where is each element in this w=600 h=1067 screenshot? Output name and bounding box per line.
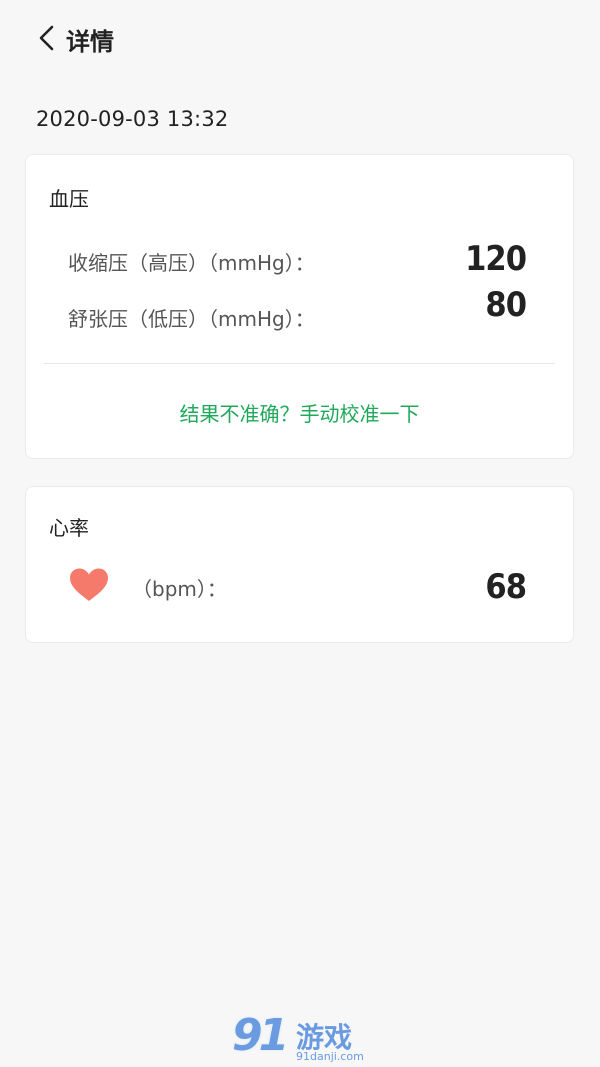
record-datetime: 2020-09-03 13:32 — [36, 107, 229, 131]
heart-rate-card: 心率 （bpm）： 68 — [25, 486, 574, 643]
app-header: 详情 — [0, 0, 600, 80]
blood-pressure-card: 血压 收缩压（高压）（mmHg）： 120 舒张压（低压）（mmHg）： 80 … — [25, 154, 574, 459]
heart-icon — [70, 568, 108, 601]
heart-rate-value: 68 — [485, 567, 527, 607]
heart-rate-title: 心率 — [49, 516, 89, 540]
blood-pressure-title: 血压 — [49, 187, 89, 211]
systolic-label: 收缩压（高压）（mmHg）： — [68, 251, 315, 275]
watermark-number: 91 — [232, 1010, 289, 1061]
watermark-domain: 91danji.com — [296, 1050, 364, 1063]
heart-rate-label: （bpm）： — [132, 577, 227, 601]
divider — [44, 363, 555, 364]
calibrate-link[interactable]: 结果不准确？手动校准一下 — [26, 398, 573, 427]
diastolic-value: 80 — [485, 285, 527, 325]
systolic-value: 120 — [465, 239, 527, 279]
watermark-logo: 91 游戏 91danji.com — [232, 1010, 372, 1065]
page-title: 详情 — [66, 28, 114, 56]
back-button[interactable] — [34, 23, 64, 53]
diastolic-label: 舒张压（低压）（mmHg）： — [68, 307, 315, 331]
chevron-left-icon — [39, 25, 54, 51]
